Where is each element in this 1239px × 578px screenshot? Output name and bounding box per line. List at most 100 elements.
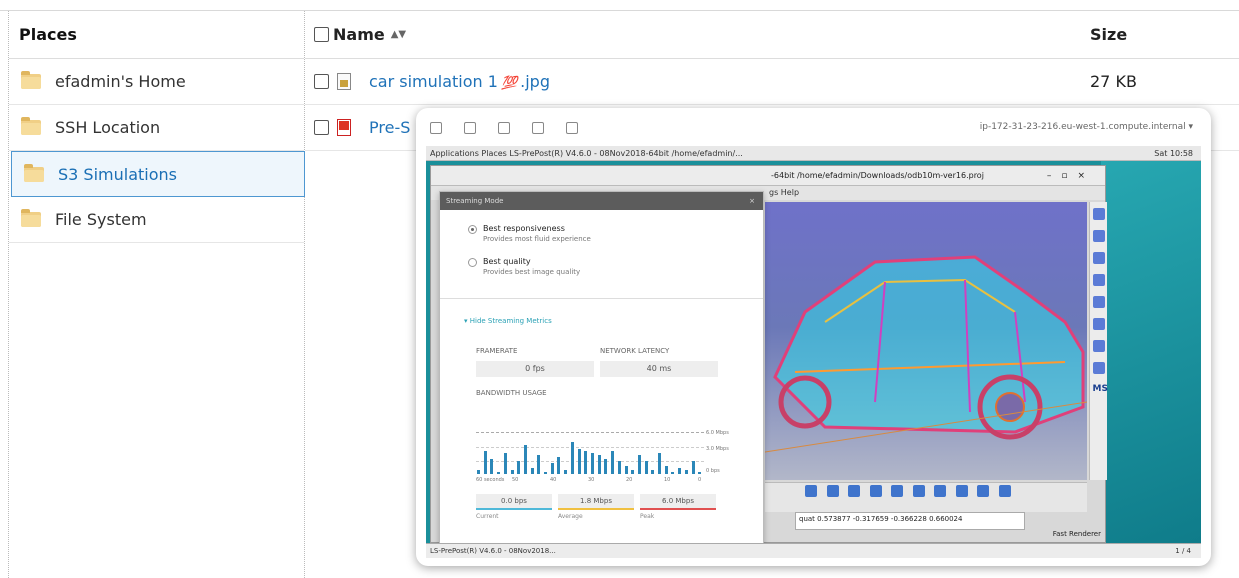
divider	[440, 298, 763, 299]
bandwidth-bar	[691, 461, 695, 474]
toolbar-icon[interactable]	[826, 485, 839, 497]
bandwidth-bar	[597, 455, 601, 474]
row-checkbox[interactable]	[314, 120, 329, 135]
bandwidth-bar	[631, 470, 635, 474]
place-efadmin-home[interactable]: efadmin's Home	[9, 59, 304, 105]
bandwidth-bar	[530, 468, 534, 474]
tool-button[interactable]	[1092, 208, 1105, 220]
bandwidth-bar	[604, 459, 608, 474]
bandwidth-bar	[684, 470, 688, 474]
option-best-responsiveness[interactable]: Best responsiveness Provides most fluid …	[440, 224, 763, 243]
bandwidth-bar	[617, 461, 621, 474]
place-s3-simulations[interactable]: S3 Simulations	[11, 151, 305, 197]
bandwidth-bar	[624, 466, 628, 474]
latency-value: 40 ms	[600, 361, 718, 377]
rate-value: 0.0 bps	[476, 494, 552, 508]
axis-tick: 30	[588, 477, 595, 483]
toolbar-icon[interactable]	[891, 485, 904, 497]
toolbar-icon[interactable]	[977, 485, 990, 497]
file-list-header: Name ▲▼ Size	[305, 11, 1239, 59]
copy-icon[interactable]	[430, 122, 442, 134]
tool-button[interactable]	[1092, 230, 1105, 242]
window-title-bar: -64bit /home/efadmin/Downloads/odb10m-ve…	[431, 166, 1105, 186]
bandwidth-bar	[664, 466, 668, 474]
bandwidth-bar	[517, 461, 521, 474]
toolbar-icon[interactable]	[805, 485, 817, 497]
tool-button[interactable]	[1092, 252, 1105, 264]
taskbar-item[interactable]: LS-PrePost(R) V4.6.0 - 08Nov2018...	[430, 547, 556, 555]
sort-icon[interactable]: ▲▼	[391, 29, 406, 40]
streaming-dialog-title: Streaming Mode ×	[440, 192, 763, 210]
select-all-checkbox[interactable]	[314, 27, 329, 42]
axis-tick: 50	[512, 477, 519, 483]
bandwidth-label: BANDWIDTH USAGE	[476, 389, 547, 397]
grid-line	[476, 461, 704, 462]
command-console[interactable]: quat 0.573877 -0.317659 -0.366228 0.6600…	[795, 512, 1025, 530]
radio-unchecked[interactable]	[468, 258, 477, 267]
fullscreen-icon[interactable]	[532, 122, 544, 134]
tool-button[interactable]	[1092, 318, 1105, 330]
bandwidth-bar	[651, 470, 655, 474]
toolbar-icon[interactable]	[955, 485, 968, 497]
bandwidth-bar	[678, 468, 682, 474]
option-description: Provides best image quality	[483, 268, 581, 276]
folder-icon	[21, 71, 41, 89]
close-icon[interactable]: ×	[749, 192, 755, 210]
tool-button[interactable]	[1092, 274, 1105, 286]
option-description: Provides most fluid experience	[483, 235, 591, 243]
size-column-header[interactable]: Size	[1090, 25, 1127, 44]
user-icon[interactable]	[566, 122, 578, 134]
row-checkbox[interactable]	[314, 74, 329, 89]
car-model-viewport[interactable]	[765, 202, 1087, 480]
bandwidth-bar	[544, 472, 548, 474]
metric-labels: FRAMERATE NETWORK LATENCY	[440, 347, 763, 355]
axis-tick: 20	[626, 477, 633, 483]
file-name-link[interactable]: car simulation 1 💯 .jpg	[369, 72, 550, 91]
tool-button[interactable]	[1092, 296, 1105, 308]
session-hostname[interactable]: ip-172-31-23-216.eu-west-1.compute.inter…	[980, 122, 1193, 132]
window-controls[interactable]: –▫×	[1047, 166, 1095, 186]
workspace-indicator[interactable]: 1 / 4	[1175, 544, 1191, 558]
car-wireframe-image	[765, 255, 1087, 453]
tool-button[interactable]	[1092, 340, 1105, 352]
bandwidth-bar	[658, 453, 662, 474]
ms-tool[interactable]: MS	[1093, 384, 1108, 396]
audio-icon[interactable]	[498, 122, 510, 134]
tool-button[interactable]	[1092, 362, 1105, 374]
desktop-top-bar: Applications Places LS-PrePost(R) V4.6.0…	[426, 146, 1201, 161]
desktop-menu[interactable]: Applications Places LS-PrePost(R) V4.6.0…	[430, 149, 743, 158]
option-best-quality[interactable]: Best quality Provides best image quality	[440, 257, 763, 276]
hide-metrics-label: Hide Streaming Metrics	[469, 317, 552, 325]
file-name-prefix: car simulation 1	[369, 72, 498, 91]
place-ssh-location[interactable]: SSH Location	[9, 105, 304, 151]
bw-legend-mid: 3.0 Mbps	[706, 446, 729, 452]
metric-values: 0 fps 40 ms	[440, 361, 763, 377]
radio-checked[interactable]	[468, 225, 477, 234]
toolbar-icon[interactable]	[869, 485, 882, 497]
bandwidth-bar	[557, 457, 561, 474]
rate-caption: Current	[476, 513, 499, 520]
bandwidth-bar	[483, 451, 487, 474]
settings-icon[interactable]	[464, 122, 476, 134]
image-file-icon	[337, 73, 351, 90]
name-column-header[interactable]: Name	[333, 25, 385, 44]
place-file-system[interactable]: File System	[9, 197, 304, 243]
streaming-mode-dialog: Streaming Mode × Best responsiveness Pro…	[439, 191, 764, 558]
bottom-toolbar	[765, 482, 1087, 512]
rate-underline	[640, 508, 716, 510]
rate-underline	[476, 508, 552, 510]
toolbar-icon[interactable]	[998, 485, 1011, 497]
bandwidth-bar	[698, 472, 702, 474]
streaming-title-text: Streaming Mode	[446, 197, 504, 205]
file-row[interactable]: car simulation 1 💯 .jpg 27 KB	[305, 59, 1239, 105]
places-panel: Places efadmin's Home SSH Location S3 Si…	[8, 11, 305, 578]
rate-average: 1.8 Mbps Average	[558, 494, 634, 520]
bandwidth-bar	[564, 470, 568, 474]
folder-icon	[21, 117, 41, 135]
renderer-label: Fast Renderer	[1052, 530, 1101, 538]
toolbar-icon[interactable]	[912, 485, 925, 497]
toolbar-icon[interactable]	[934, 485, 947, 497]
hide-metrics-toggle[interactable]: ▾ Hide Streaming Metrics	[440, 317, 763, 325]
file-name-link[interactable]: Pre-S	[369, 118, 410, 137]
toolbar-icon[interactable]	[848, 485, 861, 497]
